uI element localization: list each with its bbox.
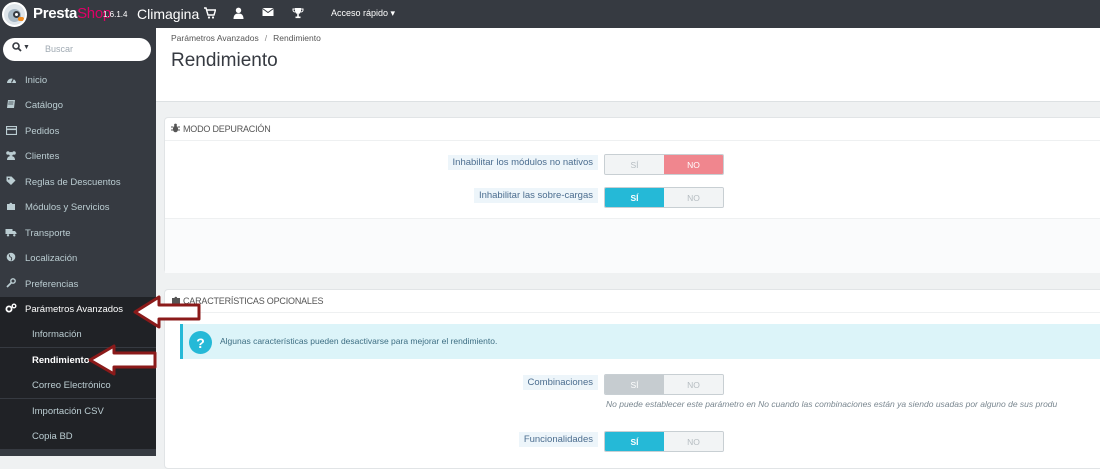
top-bar: PrestaShop 1.6.1.4 Climagina Acceso rápi…	[0, 0, 1100, 28]
chevron-down-icon[interactable]: ▼	[23, 44, 30, 51]
sidebar-item-label: Preferencias	[25, 279, 79, 290]
alert-text: Algunas características pueden desactiva…	[220, 336, 498, 346]
toggle-features[interactable]: SÍ NO	[604, 431, 724, 452]
bug-icon	[171, 123, 180, 135]
page-header: Parámetros Avanzados / Rendimiento Rendimi…	[156, 28, 1100, 102]
search-box[interactable]: ▼ Buscar	[3, 38, 151, 61]
puzzle-icon	[4, 201, 18, 214]
sidebar-item-label: Reglas de Descuentos	[25, 177, 121, 188]
dashboard-icon	[4, 75, 18, 87]
sidebar-item-label: Módulos y Servicios	[25, 202, 110, 213]
sidebar-subitem-label: Copia BD	[32, 431, 73, 442]
tag-icon	[4, 176, 18, 189]
field-label-features: Funcionalidades	[518, 432, 598, 447]
toggle-option-yes[interactable]: SÍ	[605, 188, 664, 207]
cogs-icon	[4, 303, 18, 317]
sidebar-item-inicio[interactable]: Inicio	[0, 68, 156, 93]
form-row-label-wrap: Funcionalidades	[300, 432, 598, 450]
sidebar-item-reglas[interactable]: Reglas de Descuentos	[0, 170, 156, 195]
sidebar-subitem-label: Rendimiento	[32, 355, 90, 366]
sidebar-item-pedidos[interactable]: Pedidos	[0, 119, 156, 144]
breadcrumb-parametros-avanzados[interactable]: Parámetros Avanzados	[171, 33, 259, 43]
sidebar-item-transporte[interactable]: Transporte	[0, 221, 156, 246]
sidebar-item-modulos[interactable]: Módulos y Servicios	[0, 195, 156, 220]
sidebar-subitem-importacion-csv[interactable]: Importación CSV	[0, 399, 156, 424]
wrench-icon	[4, 278, 18, 291]
sidebar-item-label: Localización	[25, 253, 78, 264]
sidebar-subitem-label: Importación CSV	[32, 406, 104, 417]
info-alert: ? Algunas características pueden desacti…	[180, 324, 1100, 359]
breadcrumb-rendimiento: Rendimiento	[273, 33, 321, 43]
sidebar-item-label: Inicio	[25, 75, 48, 86]
toggle-option-yes[interactable]: SÍ	[605, 375, 664, 394]
brand-presta: Presta	[33, 5, 78, 22]
sidebar-subitem-label: Correo Electrónico	[32, 380, 111, 391]
field-label-overrides: Inhabilitar las sobre-cargas	[473, 188, 598, 203]
panel-heading: MODO DEPURACIÓN	[165, 118, 1100, 141]
breadcrumb: Parámetros Avanzados / Rendimiento	[171, 33, 321, 43]
toggle-option-no[interactable]: NO	[664, 188, 723, 207]
sidebar-item-clientes[interactable]: Clientes	[0, 144, 156, 169]
toggle-option-no[interactable]: NO	[664, 155, 723, 174]
cart-icon[interactable]	[204, 7, 217, 23]
brand-name[interactable]: PrestaShop	[33, 5, 111, 22]
mail-icon[interactable]	[262, 7, 274, 21]
field-label-native-modules: Inhabilitar los módulos no nativos	[447, 155, 598, 170]
shop-name-link[interactable]: Climagina	[137, 6, 199, 22]
book-icon	[4, 99, 18, 112]
form-row-label-wrap: Inhabilitar las sobre-cargas	[300, 188, 598, 206]
sidebar-item-label: Parámetros Avanzados	[25, 304, 124, 315]
annotation-arrow-left-icon	[88, 344, 157, 376]
search-icon[interactable]	[12, 42, 22, 55]
search-input[interactable]: Buscar	[45, 44, 73, 54]
sidebar-item-catalogo[interactable]: Catálogo	[0, 93, 156, 118]
combinations-help-text: No puede establecer este parámetro en No…	[606, 399, 1058, 409]
prestashop-logo-icon[interactable]	[2, 2, 27, 27]
globe-icon	[4, 252, 18, 265]
sidebar-subitem-correo[interactable]: Correo Electrónico	[0, 373, 156, 398]
sidebar-subitem-label: Información	[32, 329, 82, 340]
toggle-overrides[interactable]: SÍ NO	[604, 187, 724, 208]
sidebar-item-label: Transporte	[25, 228, 71, 239]
field-label-combinations: Combinaciones	[522, 375, 598, 390]
form-row-label-wrap: Combinaciones	[300, 375, 598, 393]
trophy-icon[interactable]	[292, 7, 304, 23]
toggle-option-no[interactable]: NO	[664, 432, 723, 451]
sidebar-item-localizacion[interactable]: Localización	[0, 246, 156, 271]
sidebar-item-label: Pedidos	[25, 126, 60, 137]
sidebar: ▼ Buscar Inicio Catálogo Pedidos Cliente…	[0, 28, 156, 456]
credit-card-icon	[4, 125, 18, 138]
panel-title: CARACTERÍSTICAS OPCIONALES	[183, 296, 324, 306]
question-icon: ?	[189, 331, 212, 354]
quick-access-menu[interactable]: Acceso rápido ▾	[331, 8, 395, 19]
version-label: 1.6.1.4	[103, 10, 128, 19]
toggle-native-modules[interactable]: SÍ NO	[604, 154, 724, 175]
panel-heading: CARACTERÍSTICAS OPCIONALES	[165, 290, 1100, 313]
breadcrumb-separator: /	[264, 33, 268, 43]
panel-title: MODO DEPURACIÓN	[183, 124, 271, 134]
toggle-option-yes[interactable]: SÍ	[605, 155, 664, 174]
sidebar-subitem-copia-bd[interactable]: Copia BD	[0, 424, 156, 449]
sidebar-item-label: Catálogo	[25, 100, 64, 111]
toggle-combinations[interactable]: SÍ NO	[604, 374, 724, 395]
toggle-option-yes[interactable]: SÍ	[605, 432, 664, 451]
truck-icon	[4, 228, 18, 240]
panel-footer	[165, 218, 1100, 273]
sidebar-item-label: Clientes	[25, 151, 60, 162]
page-title: Rendimiento	[171, 50, 278, 71]
users-icon	[4, 150, 18, 163]
annotation-arrow-left-icon	[133, 295, 201, 329]
toggle-option-no[interactable]: NO	[664, 375, 723, 394]
user-icon[interactable]	[233, 7, 244, 23]
form-row-label-wrap: Inhabilitar los módulos no nativos	[300, 155, 598, 173]
